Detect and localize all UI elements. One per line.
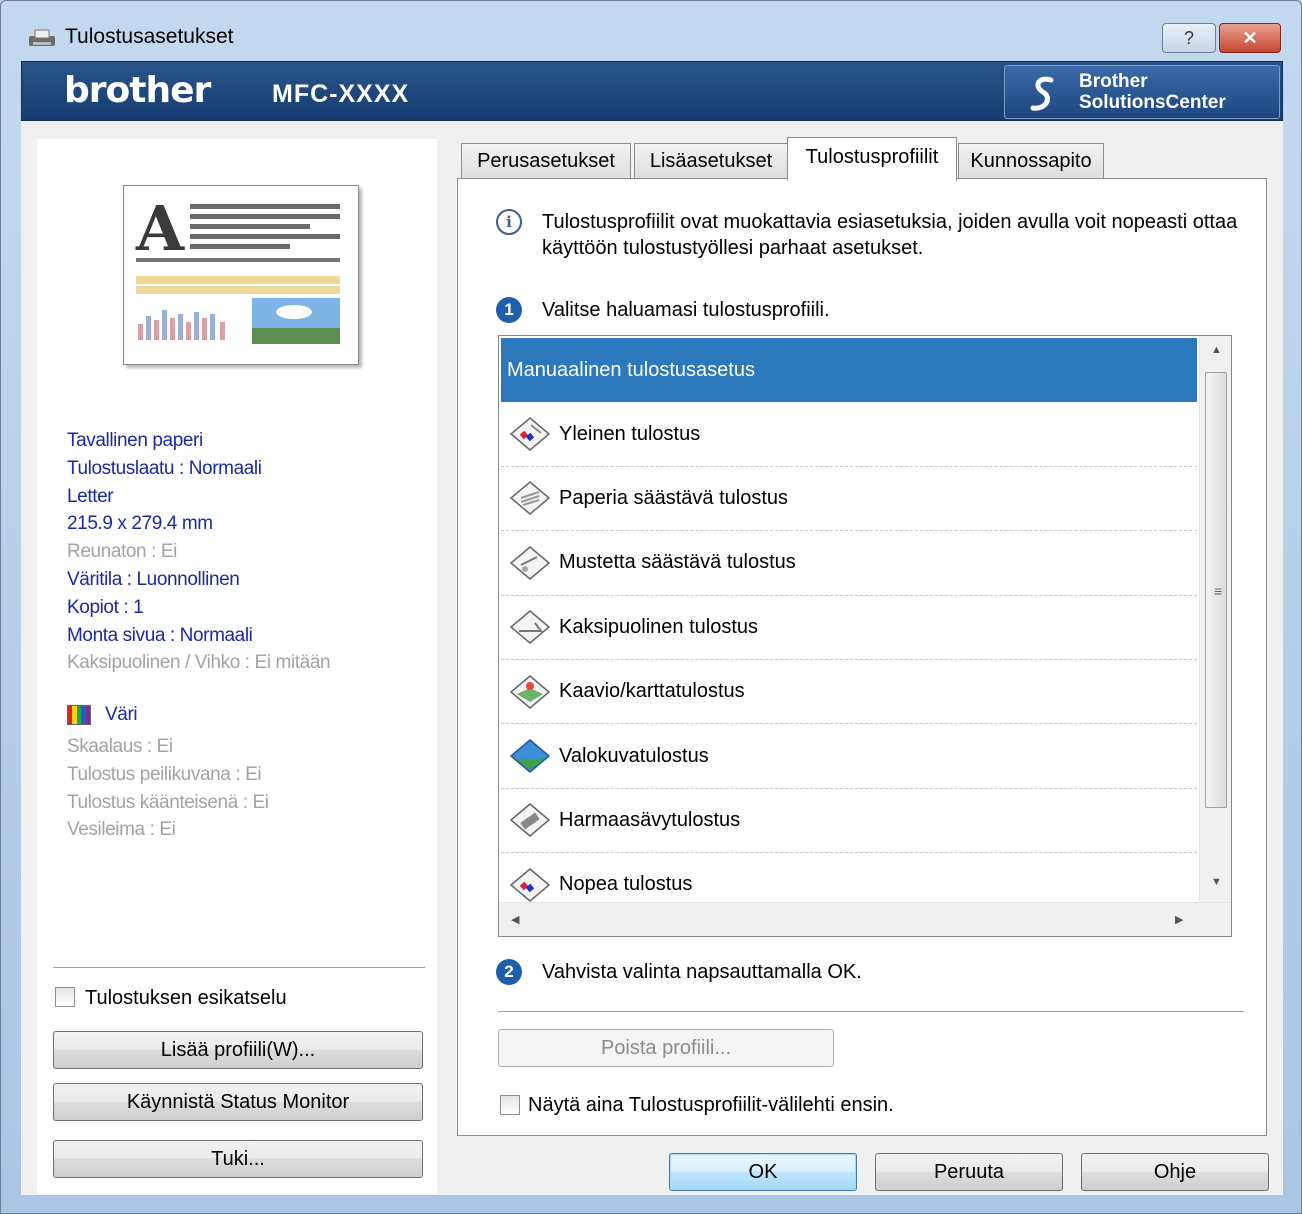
profile-label: Paperia säästävä tulostus — [559, 486, 789, 509]
profile-label: Valokuvatulostus — [559, 744, 709, 767]
setting-color-mode: Väritila : Luonnollinen — [67, 568, 240, 590]
status-monitor-button[interactable]: Käynnistä Status Monitor — [53, 1083, 423, 1121]
list-item[interactable]: Kaksipuolinen tulostus — [501, 596, 1197, 660]
print-preview-checkbox[interactable] — [55, 987, 75, 1007]
setting-paper-type: Tavallinen paperi — [67, 430, 203, 451]
paper-save-icon — [509, 481, 551, 516]
help-title-button[interactable]: ? — [1162, 23, 1216, 53]
setting-duplex: Kaksipuolinen / Vihko : Ei mitään — [67, 652, 331, 674]
profile-label: Manuaalinen tulostusasetus — [507, 358, 755, 381]
grip-icon: ≡ — [1214, 583, 1223, 599]
dialog-client-area: A Tavallinen paperi Tulostuslaatu: Norm… — [21, 121, 1283, 1195]
tab-advanced[interactable]: Lisäasetukset — [634, 143, 788, 179]
scroll-thumb[interactable]: ≡ — [1205, 372, 1227, 808]
list-item[interactable]: Kaavio/karttatulostus — [501, 660, 1197, 725]
brother-logo: brother — [64, 70, 211, 111]
close-button[interactable]: ✕ — [1219, 23, 1281, 53]
always-show-profiles-checkbox[interactable] — [500, 1095, 520, 1115]
print-preview-label[interactable]: Tulostuksen esikatselu — [85, 987, 287, 1010]
list-item[interactable]: Valokuvatulostus — [501, 724, 1197, 789]
brand-banner: brother MFC-XXXX Brother SolutionsCenter — [21, 61, 1283, 121]
settings-summary-list-2: Skaalaus : Ei Tulostus peilikuvana : Ei … — [67, 733, 269, 844]
list-item[interactable]: Harmaasävytulostus — [501, 789, 1197, 854]
ok-button[interactable]: OK — [669, 1153, 857, 1191]
setting-scaling: Skaalaus : Ei — [67, 736, 173, 757]
general-print-icon — [509, 417, 551, 452]
setting-print-quality: Tulostuslaatu : Normaali — [67, 457, 262, 479]
step-1-badge: 1 — [496, 297, 522, 323]
profile-list: Manuaalinen tulostusasetus Yleinen tulos… — [501, 338, 1197, 918]
step-1-instruction: Valitse haluamasi tulostusprofiili. — [542, 299, 830, 321]
info-description: Tulostusprofiilit ovat muokattavia esias… — [542, 211, 1238, 259]
grayscale-icon — [509, 803, 551, 838]
list-item[interactable]: Mustetta säästävä tulostus — [501, 531, 1197, 596]
tab-basic[interactable]: Perusasetukset — [461, 143, 631, 179]
svg-text:A: A — [135, 192, 185, 265]
setting-watermark: Vesileima : Ei — [67, 819, 176, 841]
step-2-badge: 2 — [496, 959, 522, 985]
setting-paper-size: Letter — [67, 485, 114, 507]
content-separator — [498, 1011, 1244, 1013]
profile-label: Harmaasävytulostus — [559, 808, 741, 831]
vertical-scrollbar[interactable]: ▲ ≡ ▼ — [1199, 336, 1231, 902]
solutions-center-button[interactable]: Brother SolutionsCenter — [1004, 65, 1280, 119]
color-bars-icon — [67, 705, 91, 725]
profile-label: Kaksipuolinen tulostus — [559, 615, 759, 638]
setting-mirror-print: Tulostus peilikuvana : Ei — [67, 763, 262, 785]
scroll-right-arrow-icon[interactable]: ▶ — [1175, 913, 1183, 926]
setting-multiple-pages: Monta sivua : Normaali — [67, 624, 253, 646]
solutions-label-line1: Brother — [1079, 71, 1148, 92]
setting-borderless: Reunaton : Ei — [67, 541, 177, 563]
solutions-center-icon — [1030, 76, 1054, 111]
chart-map-icon — [509, 674, 551, 709]
profile-label: Mustetta säästävä tulostus — [559, 551, 796, 574]
title-bar[interactable]: Tulostusasetukset ? ✕ — [1, 1, 1301, 61]
duplex-icon — [509, 610, 551, 645]
window-title: Tulostusasetukset — [65, 25, 234, 48]
horizontal-scrollbar[interactable]: ◀ ▶ — [499, 902, 1231, 936]
always-show-profiles-label[interactable]: Näytä aina Tulostusprofiilit-välilehti e… — [528, 1094, 894, 1117]
scroll-up-arrow-icon[interactable]: ▲ — [1211, 344, 1222, 356]
printer-icon — [29, 29, 55, 46]
profile-label: Kaavio/karttatulostus — [559, 680, 745, 703]
print-profiles-tab-panel: i Tulostusprofiilit ovat muokattavia esi… — [457, 178, 1267, 1136]
step-2-instruction: Vahvista valinta napsauttamalla OK. — [542, 961, 862, 983]
setting-reverse-print: Tulostus käänteisenä : Ei — [67, 791, 269, 813]
tab-maintenance[interactable]: Kunnossapito — [958, 143, 1104, 179]
photo-icon — [509, 739, 551, 774]
help-button[interactable]: Ohje — [1081, 1153, 1269, 1191]
scroll-left-arrow-icon[interactable]: ◀ — [511, 913, 519, 926]
cancel-button[interactable]: Peruuta — [875, 1153, 1063, 1191]
page-preview-image: A — [123, 185, 359, 365]
add-profile-button[interactable]: Lisää profiili(W)... — [53, 1031, 423, 1069]
fast-print-icon — [509, 867, 551, 902]
setting-paper-dimensions: 215.9 x 279.4 mm — [67, 513, 213, 535]
delete-profile-button[interactable]: Poista profiili... — [498, 1029, 834, 1067]
ink-save-icon — [509, 545, 551, 580]
tab-print-profiles[interactable]: Tulostusprofiilit — [787, 137, 957, 181]
color-label: Väri — [105, 704, 138, 726]
support-button[interactable]: Tuki... — [53, 1140, 423, 1178]
settings-summary-list: Tavallinen paperi Tulostuslaatu : Normaa… — [67, 427, 331, 677]
solutions-label-line2: SolutionsCenter — [1079, 92, 1226, 113]
profile-label: Nopea tulostus — [559, 873, 693, 896]
print-settings-dialog: Tulostusasetukset ? ✕ brother MFC-XXXX B… — [0, 0, 1302, 1214]
printer-model: MFC-XXXX — [272, 80, 410, 108]
scroll-down-arrow-icon[interactable]: ▼ — [1211, 876, 1222, 888]
color-indicator: Väri — [67, 701, 138, 729]
profile-listbox[interactable]: Manuaalinen tulostusasetus Yleinen tulos… — [498, 335, 1232, 937]
preview-document-icon: A — [135, 192, 340, 344]
left-separator — [53, 967, 425, 969]
setting-copies: Kopiot : 1 — [67, 596, 144, 618]
list-item[interactable]: Yleinen tulostus — [501, 402, 1197, 467]
profile-label: Yleinen tulostus — [559, 422, 701, 445]
info-icon: i — [496, 209, 522, 235]
list-item[interactable]: Manuaalinen tulostusasetus — [501, 338, 1197, 403]
list-item[interactable]: Paperia säästävä tulostus — [501, 467, 1197, 532]
